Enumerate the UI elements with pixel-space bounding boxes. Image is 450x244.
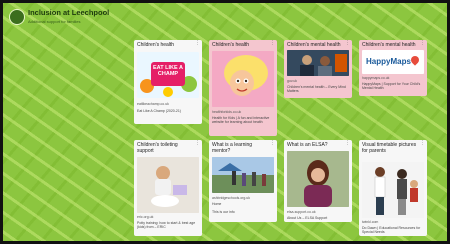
card-menu-icon[interactable]: ⋮	[195, 141, 200, 146]
card-childrens-mental-health-2[interactable]: Children's mental health ⋮ HappyMaps hap…	[359, 40, 427, 96]
every-mind-matters-image[interactable]	[287, 50, 349, 76]
card-menu-icon[interactable]: ⋮	[270, 141, 275, 146]
board-avatar[interactable]	[9, 9, 25, 25]
card-description: About Us – ELSA Support	[287, 216, 328, 220]
happymaps-logo-image[interactable]: HappyMaps	[362, 50, 424, 74]
card-description: Potty training: how to start & best age …	[137, 221, 196, 230]
card-domain: gov.uk	[287, 79, 298, 83]
card-title: Children's toileting support	[137, 142, 178, 154]
card-description: Home This is our info	[212, 202, 235, 215]
board-subtitle: Additional support for families	[28, 19, 81, 24]
card-title: Children's mental health	[287, 42, 341, 48]
visual-timetable-photo[interactable]	[362, 162, 424, 218]
card-menu-icon[interactable]: ⋮	[345, 141, 350, 146]
card-childrens-mental-health-1[interactable]: Children's mental health ⋮ gov.uk Childr…	[284, 40, 352, 98]
board-header: Inclusion at Leechpool Additional suppor…	[3, 3, 447, 31]
card-description: Children's mental health – Every Mind Ma…	[287, 85, 346, 94]
card-domain: elsa-support.co.uk	[287, 210, 316, 214]
card-menu-icon[interactable]: ⋮	[345, 41, 350, 46]
card-title: Visual timetable pictures for parents	[362, 142, 417, 154]
card-elsa[interactable]: What is an ELSA? ⋮ elsa-support.co.uk Ab…	[284, 140, 352, 222]
card-learning-mentor[interactable]: What is a learning mentor? ⋮ ashbridgesc…	[209, 140, 277, 222]
map-pin-icon	[409, 54, 421, 66]
card-menu-icon[interactable]: ⋮	[270, 41, 275, 46]
card-description: Do Dawn | Educational Resources for Spec…	[362, 226, 421, 235]
champ-logo-text: EAT LIKE A CHAMP	[153, 65, 183, 77]
card-title: What is a learning mentor?	[212, 142, 253, 154]
card-domain: twinkl.com	[362, 220, 379, 224]
card-title: What is an ELSA?	[287, 142, 328, 148]
potty-training-photo[interactable]	[137, 157, 199, 213]
card-description: Health for Kids | A fun and interactive …	[212, 116, 270, 125]
elsa-support-photo[interactable]	[287, 151, 349, 207]
card-menu-icon[interactable]: ⋮	[420, 141, 425, 146]
card-toileting-support[interactable]: Children's toileting support ⋮ eric.org.…	[134, 140, 202, 236]
board-title: Inclusion at Leechpool	[28, 8, 110, 17]
card-domain: healthforkids.co.uk	[212, 110, 242, 114]
card-childrens-health-2[interactable]: Children's health ⋮ healthforkids.co.uk …	[209, 40, 277, 136]
card-domain: ashbridgeschools.org.uk	[212, 196, 250, 200]
card-visual-timetable[interactable]: Visual timetable pictures for parents ⋮ …	[359, 140, 427, 236]
happymaps-logo-text: HappyMaps	[366, 57, 411, 66]
card-title: Children's health	[137, 42, 175, 48]
health-for-kids-cartoon-image[interactable]	[212, 51, 274, 107]
card-domain: eric.org.uk	[137, 215, 154, 219]
card-description: HappyMaps | Support for Your Child's Men…	[362, 82, 421, 91]
card-description: Eat Like A Champ (2020-21)	[137, 109, 181, 113]
card-childrens-health-1[interactable]: Children's health ⋮ EAT LIKE A CHAMP eat…	[134, 40, 202, 124]
card-menu-icon[interactable]: ⋮	[195, 41, 200, 46]
padlet-board: Inclusion at Leechpool Additional suppor…	[3, 3, 447, 241]
eat-like-a-champ-image[interactable]: EAT LIKE A CHAMP	[137, 52, 199, 98]
school-event-photo[interactable]	[212, 157, 274, 193]
card-domain: eatlikeachamp.co.uk	[137, 102, 169, 106]
card-menu-icon[interactable]: ⋮	[420, 41, 425, 46]
card-domain: happymaps.co.uk	[362, 76, 390, 80]
card-title: Children's mental health	[362, 42, 416, 48]
card-title: Children's health	[212, 42, 250, 48]
